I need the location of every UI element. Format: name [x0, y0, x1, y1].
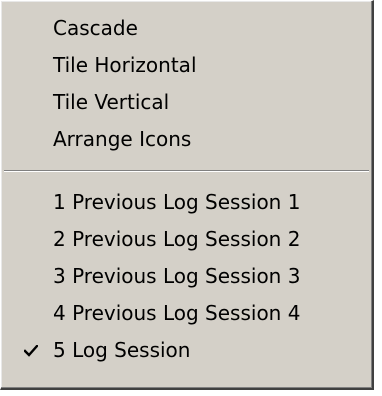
menu-item-label: Arrange Icons	[53, 127, 192, 151]
menu-item-label: 2 Previous Log Session 2	[53, 227, 301, 251]
menu-item-label: 4 Previous Log Session 4	[53, 301, 301, 325]
menu-item-log-session-1[interactable]: 1 Previous Log Session 1	[1, 184, 372, 221]
menu-item-label: 5 Log Session	[53, 338, 191, 362]
menu-item-label: 1 Previous Log Session 1	[53, 190, 301, 214]
menu-item-label: Tile Horizontal	[53, 53, 197, 77]
menu-item-log-session-5[interactable]: 5 Log Session	[1, 332, 372, 369]
menu-item-label: 3 Previous Log Session 3	[53, 264, 301, 288]
menu-separator	[1, 158, 372, 184]
menu-item-log-session-3[interactable]: 3 Previous Log Session 3	[1, 258, 372, 295]
menu-item-tile-horizontal[interactable]: Tile Horizontal	[1, 47, 372, 84]
window-menu: Cascade Tile Horizontal Tile Vertical Ar…	[0, 0, 374, 390]
menu-item-log-session-4[interactable]: 4 Previous Log Session 4	[1, 295, 372, 332]
checkmark-icon	[21, 332, 41, 369]
menu-item-cascade[interactable]: Cascade	[1, 10, 372, 47]
menu-item-arrange-icons[interactable]: Arrange Icons	[1, 121, 372, 158]
menu-item-log-session-2[interactable]: 2 Previous Log Session 2	[1, 221, 372, 258]
menu-item-label: Tile Vertical	[53, 90, 170, 114]
menu-item-label: Cascade	[53, 16, 138, 40]
menu-item-tile-vertical[interactable]: Tile Vertical	[1, 84, 372, 121]
